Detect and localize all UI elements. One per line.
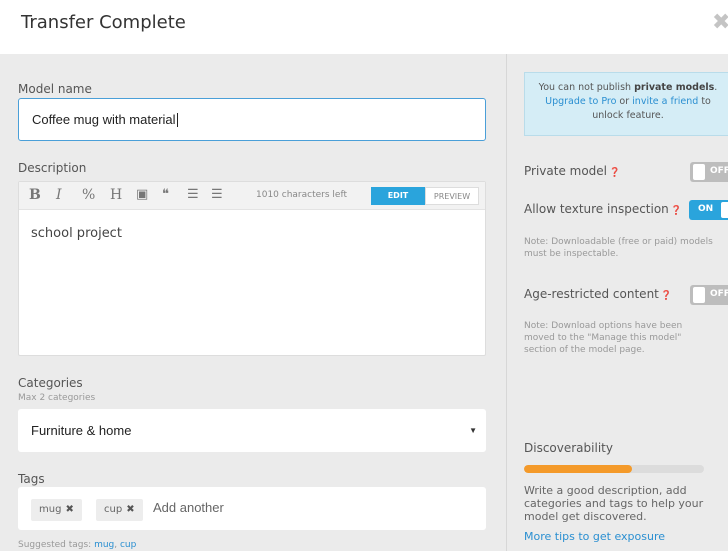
left-panel: Model name Coffee mug with material Desc… [18, 54, 486, 551]
text-caret [176, 112, 178, 127]
model-name-input[interactable]: Coffee mug with material [18, 98, 486, 141]
discoverability-label: Discoverability [524, 441, 613, 455]
tag-chip: mug ✖ [31, 499, 82, 521]
remove-tag-icon[interactable]: ✖ [126, 504, 134, 515]
model-name-value: Coffee mug with material [32, 112, 176, 127]
categories-selected-value: Furniture & home [31, 423, 132, 438]
texture-inspection-label: Allow texture inspection ❓ [524, 202, 682, 216]
description-editor[interactable]: B I % H ▣ ❝ ☰ ☰ 1010 characters left EDI… [18, 181, 486, 356]
tag-chip: cup ✖ [96, 499, 143, 521]
discoverability-progress-fill [524, 465, 632, 473]
upgrade-link[interactable]: Upgrade to Pro [545, 96, 616, 107]
model-name-label: Model name [18, 82, 92, 96]
discoverability-progress [524, 465, 704, 473]
private-model-toggle[interactable]: OFF [690, 162, 728, 182]
quote-icon[interactable]: ❝ [162, 187, 169, 202]
dropdown-arrow-icon: ▼ [469, 426, 477, 435]
suggested-tags-prefix: Suggested tags: [18, 540, 92, 550]
texture-inspection-text: Allow texture inspection [524, 202, 669, 216]
ordered-list-icon[interactable]: ☰ [187, 187, 199, 202]
editor-toolbar: B I % H ▣ ❝ ☰ ☰ 1010 characters left EDI… [19, 182, 485, 210]
exposure-tips-link[interactable]: More tips to get exposure [524, 530, 665, 543]
heading-icon[interactable]: H [110, 187, 122, 203]
unordered-list-icon[interactable]: ☰ [211, 187, 223, 202]
chars-left-counter: 1010 characters left [256, 190, 347, 200]
help-icon: ❓ [609, 168, 621, 178]
suggested-tag-link[interactable]: mug [94, 540, 114, 550]
download-note: Note: Download options have been moved t… [524, 321, 683, 355]
italic-icon[interactable]: I [56, 187, 62, 203]
notice-bold: private models [634, 82, 715, 93]
description-content: school project [31, 226, 122, 241]
toggle-knob [721, 202, 728, 218]
age-restricted-text: Age-restricted content [524, 287, 659, 301]
suggested-tag-link[interactable]: cup [120, 540, 136, 550]
age-restricted-label: Age-restricted content ❓ [524, 287, 672, 301]
notice-text: . [714, 82, 718, 93]
edit-tab-button[interactable]: EDIT [371, 187, 425, 205]
dialog-title: Transfer Complete [21, 12, 186, 33]
link-icon[interactable]: % [82, 187, 95, 203]
tags-label: Tags [18, 472, 45, 486]
private-model-text: Private model [524, 164, 608, 178]
help-icon: ❓ [660, 291, 673, 301]
toggle-state: OFF [710, 289, 728, 299]
categories-hint: Max 2 categories [18, 393, 96, 403]
tags-input[interactable]: mug ✖ cup ✖ Add another [18, 487, 486, 530]
texture-inspection-toggle[interactable]: ON [689, 200, 728, 220]
suggested-tags: Suggested tags: mug, cup [18, 540, 137, 550]
description-label: Description [18, 161, 87, 175]
tag-label: mug [39, 504, 62, 515]
categories-select[interactable]: Furniture & home ▼ [18, 409, 486, 452]
discoverability-description: Write a good description, add categories… [524, 484, 704, 523]
close-icon[interactable]: ✖ [712, 12, 728, 34]
remove-tag-icon[interactable]: ✖ [65, 504, 73, 515]
toggle-state: OFF [710, 166, 728, 176]
add-tag-placeholder[interactable]: Add another [153, 500, 224, 515]
toggle-knob [693, 287, 705, 303]
right-panel: You can not publish private models. Upgr… [506, 54, 728, 551]
private-model-label: Private model ❓ [524, 164, 620, 178]
notice-text: or [616, 96, 633, 107]
toggle-state: ON [698, 204, 714, 214]
dialog-header: Transfer Complete ✖ [0, 0, 728, 54]
invite-friend-link[interactable]: invite a friend [632, 96, 698, 107]
image-icon[interactable]: ▣ [136, 187, 148, 202]
categories-label: Categories [18, 376, 83, 390]
notice-text: You can not publish [538, 82, 635, 93]
help-icon: ❓ [670, 206, 682, 216]
toggle-knob [693, 164, 705, 180]
tag-label: cup [104, 504, 123, 515]
age-restricted-toggle[interactable]: OFF [690, 285, 728, 305]
preview-tab-button[interactable]: PREVIEW [425, 187, 479, 205]
upgrade-notice: You can not publish private models. Upgr… [524, 72, 728, 136]
texture-note: Note: Downloadable (free or paid) models… [524, 237, 713, 259]
bold-icon[interactable]: B [29, 187, 41, 203]
